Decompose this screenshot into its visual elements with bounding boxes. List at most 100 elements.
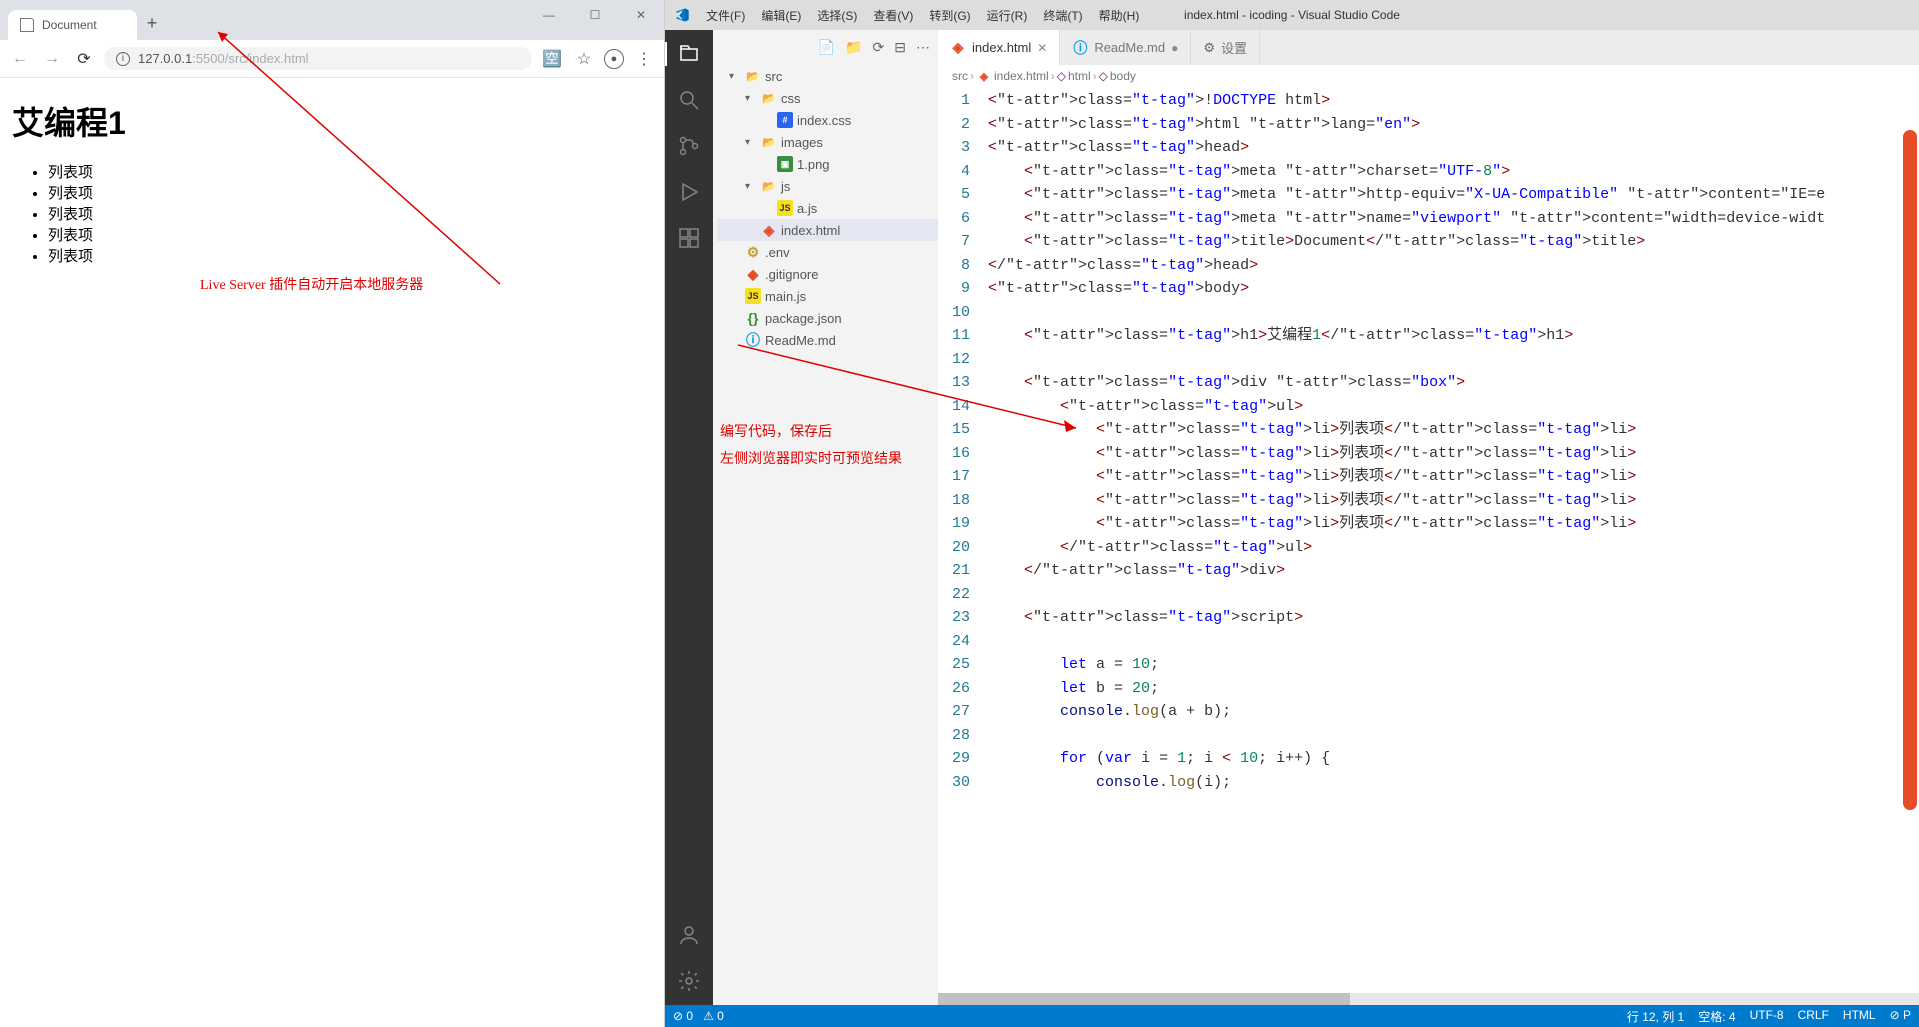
page-list: 列表项 列表项 列表项 列表项 列表项 bbox=[12, 162, 652, 267]
extensions-icon[interactable] bbox=[677, 226, 701, 250]
menu-file[interactable]: 文件(F) bbox=[699, 3, 752, 28]
close-tab-icon[interactable]: ✕ bbox=[1037, 41, 1047, 55]
list-item: 列表项 bbox=[48, 246, 652, 267]
breadcrumb-item[interactable]: src bbox=[952, 69, 968, 83]
address-bar[interactable]: i 127.0.0.1:5500/src/index.html bbox=[104, 47, 532, 70]
account-icon[interactable] bbox=[677, 923, 701, 947]
settings-gear-icon[interactable] bbox=[677, 969, 701, 993]
refresh-icon[interactable]: ⟳ bbox=[873, 39, 885, 56]
new-folder-icon[interactable]: 📁 bbox=[845, 39, 862, 56]
breadcrumb-item[interactable]: ◇html bbox=[1057, 69, 1091, 83]
tree-file-package-json[interactable]: {}package.json bbox=[717, 307, 938, 329]
tab-title: Document bbox=[42, 18, 97, 32]
menu-selection[interactable]: 选择(S) bbox=[810, 3, 864, 28]
tree-file-env[interactable]: ⚙.env bbox=[717, 241, 938, 263]
new-file-icon[interactable]: 📄 bbox=[818, 39, 835, 56]
tree-file-main-js[interactable]: JSmain.js bbox=[717, 285, 938, 307]
tree-folder-images[interactable]: ▾📂images bbox=[717, 131, 938, 153]
page-content: 艾编程1 列表项 列表项 列表项 列表项 列表项 Live Server 插件自… bbox=[0, 78, 664, 1027]
vscode-window: 文件(F) 编辑(E) 选择(S) 查看(V) 转到(G) 运行(R) 终端(T… bbox=[665, 0, 1919, 1027]
translate-icon[interactable]: 🈳 bbox=[540, 47, 564, 71]
vscode-titlebar: 文件(F) 编辑(E) 选择(S) 查看(V) 转到(G) 运行(R) 终端(T… bbox=[665, 0, 1919, 30]
json-file-icon: {} bbox=[745, 310, 761, 326]
page-heading: 艾编程1 bbox=[12, 98, 652, 144]
menu-view[interactable]: 查看(V) bbox=[866, 3, 920, 28]
collapse-icon[interactable]: ⊟ bbox=[894, 39, 906, 56]
bookmark-icon[interactable]: ☆ bbox=[572, 47, 596, 71]
code-content[interactable]: <"t-attr">class="t-tag">!DOCTYPE html> <… bbox=[988, 87, 1919, 1005]
maximize-button[interactable]: ☐ bbox=[572, 0, 618, 30]
breadcrumb-item[interactable]: ◈index.html bbox=[976, 68, 1049, 84]
tree-file-readme[interactable]: ⓘReadMe.md bbox=[717, 329, 938, 351]
menubar: 文件(F) 编辑(E) 选择(S) 查看(V) 转到(G) 运行(R) 终端(T… bbox=[699, 3, 1146, 28]
tree-file-index-html[interactable]: ◈index.html bbox=[717, 219, 938, 241]
minimap-scrollbar[interactable] bbox=[1903, 130, 1917, 810]
git-file-icon: ◆ bbox=[745, 266, 761, 282]
status-bar: ⊘ 0 ⚠ 0 行 12, 列 1 空格: 4 UTF-8 CRLF HTML … bbox=[665, 1005, 1919, 1027]
menu-terminal[interactable]: 终端(T) bbox=[1036, 3, 1089, 28]
menu-edit[interactable]: 编辑(E) bbox=[754, 3, 808, 28]
menu-icon[interactable]: ⋮ bbox=[632, 47, 656, 71]
more-icon[interactable]: ⋯ bbox=[916, 39, 930, 56]
browser-toolbar: ← → ⟳ i 127.0.0.1:5500/src/index.html 🈳 … bbox=[0, 40, 664, 78]
explorer-toolbar: 📄 📁 ⟳ ⊟ ⋯ bbox=[713, 30, 938, 65]
run-debug-icon[interactable] bbox=[677, 180, 701, 204]
menu-go[interactable]: 转到(G) bbox=[922, 3, 977, 28]
breadcrumb-item[interactable]: ◇body bbox=[1099, 69, 1136, 83]
status-errors[interactable]: ⊘ 0 bbox=[673, 1009, 693, 1023]
window-title: index.html - icoding - Visual Studio Cod… bbox=[1184, 8, 1400, 22]
code-editor[interactable]: 1234567891011121314151617181920212223242… bbox=[938, 87, 1919, 1005]
js-file-icon: JS bbox=[777, 200, 793, 216]
list-item: 列表项 bbox=[48, 183, 652, 204]
editor-tabs: ◈index.html✕ ⓘReadMe.md● ⚙设置 bbox=[938, 30, 1919, 65]
tree-file-index-css[interactable]: #index.css bbox=[717, 109, 938, 131]
status-indent[interactable]: 空格: 4 bbox=[1698, 1008, 1735, 1025]
explorer-icon[interactable] bbox=[677, 42, 701, 66]
image-file-icon: ▣ bbox=[777, 156, 793, 172]
breadcrumb[interactable]: src› ◈index.html› ◇html› ◇body bbox=[938, 65, 1919, 87]
status-cursor-position[interactable]: 行 12, 列 1 bbox=[1627, 1008, 1684, 1025]
editor-tab-index-html[interactable]: ◈index.html✕ bbox=[938, 30, 1060, 65]
tree-folder-css[interactable]: ▾📂css bbox=[717, 87, 938, 109]
status-eol[interactable]: CRLF bbox=[1798, 1008, 1829, 1025]
close-button[interactable]: ✕ bbox=[618, 0, 664, 30]
vscode-body: 📄 📁 ⟳ ⊟ ⋯ ▾📂src ▾📂css #index.css ▾📂image… bbox=[665, 30, 1919, 1005]
tree-file-1-png[interactable]: ▣1.png bbox=[717, 153, 938, 175]
tree-file-gitignore[interactable]: ◆.gitignore bbox=[717, 263, 938, 285]
editor-tab-settings[interactable]: ⚙设置 bbox=[1191, 30, 1260, 65]
site-info-icon[interactable]: i bbox=[116, 52, 130, 66]
tree-folder-src[interactable]: ▾📂src bbox=[717, 65, 938, 87]
browser-tab[interactable]: Document bbox=[8, 10, 137, 40]
tag-icon: ◇ bbox=[1099, 69, 1108, 83]
file-tree: ▾📂src ▾📂css #index.css ▾📂images ▣1.png ▾… bbox=[713, 65, 938, 1005]
status-port[interactable]: ⊘ P bbox=[1890, 1008, 1911, 1025]
markdown-file-icon: ⓘ bbox=[745, 332, 761, 348]
status-warnings[interactable]: ⚠ 0 bbox=[703, 1009, 724, 1023]
source-control-icon[interactable] bbox=[677, 134, 701, 158]
folder-icon: 📂 bbox=[761, 178, 777, 194]
tree-file-a-js[interactable]: JSa.js bbox=[717, 197, 938, 219]
folder-icon: 📂 bbox=[761, 90, 777, 106]
line-numbers: 1234567891011121314151617181920212223242… bbox=[938, 87, 988, 1005]
profile-icon[interactable]: ● bbox=[604, 49, 624, 69]
js-file-icon: JS bbox=[745, 288, 761, 304]
tree-folder-js[interactable]: ▾📂js bbox=[717, 175, 938, 197]
search-icon[interactable] bbox=[677, 88, 701, 112]
menu-help[interactable]: 帮助(H) bbox=[1092, 3, 1147, 28]
status-encoding[interactable]: UTF-8 bbox=[1750, 1008, 1784, 1025]
css-file-icon: # bbox=[777, 112, 793, 128]
tab-strip: Document + — ☐ ✕ bbox=[0, 0, 664, 40]
forward-button[interactable]: → bbox=[40, 47, 64, 71]
activity-bar bbox=[665, 30, 713, 1005]
html-file-icon: ◈ bbox=[761, 222, 777, 238]
back-button[interactable]: ← bbox=[8, 47, 32, 71]
window-controls: — ☐ ✕ bbox=[526, 0, 664, 30]
reload-button[interactable]: ⟳ bbox=[72, 47, 96, 71]
markdown-file-icon: ⓘ bbox=[1072, 40, 1088, 56]
menu-run[interactable]: 运行(R) bbox=[980, 3, 1035, 28]
status-language[interactable]: HTML bbox=[1843, 1008, 1876, 1025]
editor-tab-readme[interactable]: ⓘReadMe.md● bbox=[1060, 30, 1191, 65]
minimize-button[interactable]: — bbox=[526, 0, 572, 30]
new-tab-button[interactable]: + bbox=[137, 7, 168, 40]
horizontal-scrollbar[interactable] bbox=[938, 993, 1919, 1005]
